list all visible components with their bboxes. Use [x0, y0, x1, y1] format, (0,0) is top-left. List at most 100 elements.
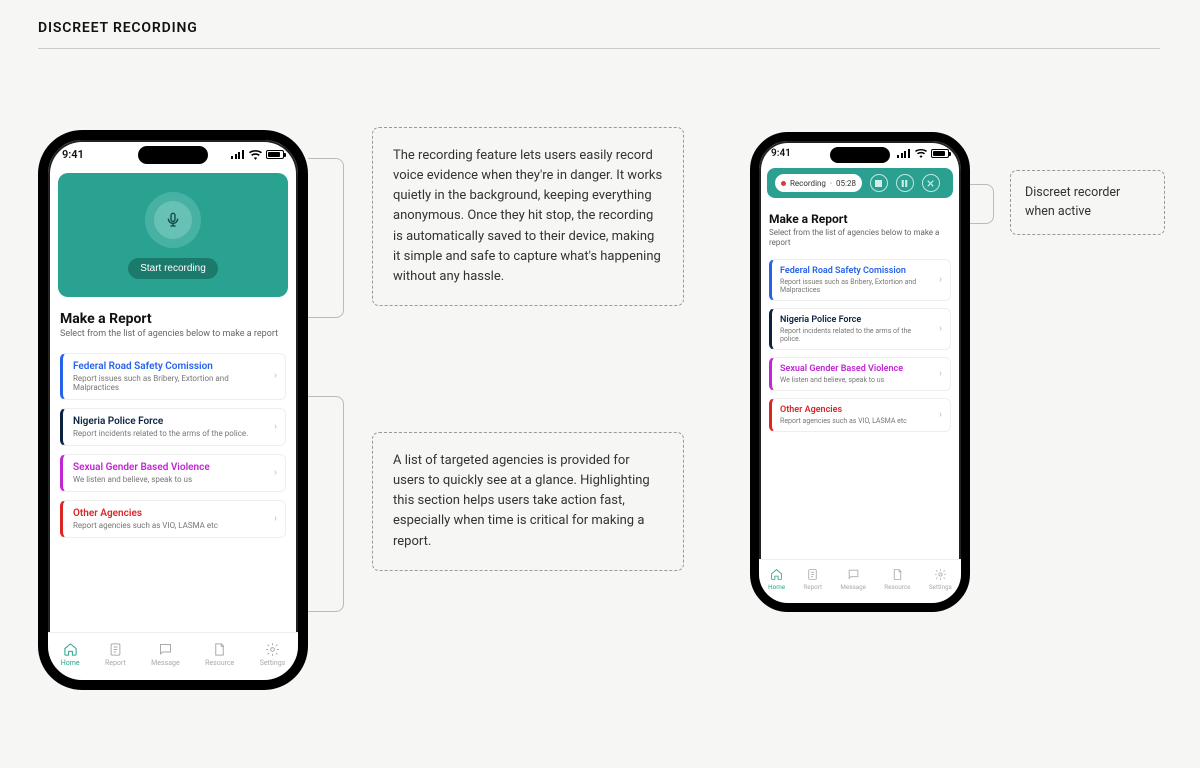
phone-mockup-idle: 9:41 Start recording Make a Report Selec… — [38, 130, 308, 690]
bottom-nav: Home Report Message Resource Settings — [759, 559, 961, 603]
nav-item-home[interactable]: Home — [61, 642, 80, 667]
recording-label: Recording — [790, 179, 826, 188]
nav-label: Resource — [884, 583, 910, 591]
close-icon — [927, 180, 934, 187]
agency-card[interactable]: Other Agencies Report agencies such as VI… — [60, 500, 286, 538]
callout-bracket — [308, 158, 344, 318]
dot-separator: · — [830, 179, 832, 188]
stop-icon — [875, 180, 882, 187]
nav-label: Resource — [205, 659, 234, 667]
agency-desc: Report agencies such as VIO, LASMA etc — [73, 521, 263, 530]
battery-icon — [266, 150, 284, 159]
agency-name: Other Agencies — [780, 405, 930, 415]
nav-label: Home — [768, 583, 785, 591]
nav-label: Home — [61, 659, 80, 667]
agency-desc: Report issues such as Bribery, Extortion… — [780, 278, 930, 294]
resource-icon — [891, 568, 904, 581]
report-subtitle: Select from the list of agencies below t… — [769, 228, 951, 249]
cancel-recording-button[interactable] — [922, 174, 940, 192]
chevron-right-icon: › — [939, 274, 942, 285]
nav-item-report[interactable]: Report — [803, 568, 822, 591]
agency-desc: We listen and believe, speak to us — [780, 376, 930, 384]
recording-card: Start recording — [58, 173, 288, 297]
agency-name: Federal Road Safety Comission — [780, 266, 930, 276]
nav-label: Message — [840, 583, 866, 591]
settings-icon — [265, 642, 280, 657]
agency-name: Federal Road Safety Comission — [73, 361, 263, 372]
nav-item-settings[interactable]: Settings — [929, 568, 952, 591]
callout-recording: The recording feature lets users easily … — [372, 127, 684, 306]
nav-item-home[interactable]: Home — [768, 568, 785, 591]
mic-button-ring[interactable] — [145, 192, 201, 248]
nav-label: Message — [151, 659, 180, 667]
battery-icon — [931, 149, 949, 158]
agency-name: Other Agencies — [73, 508, 263, 519]
callout-agencies: A list of targeted agencies is provided … — [372, 432, 684, 571]
agency-card[interactable]: Federal Road Safety Comission Report issu… — [60, 353, 286, 400]
home-icon — [63, 642, 78, 657]
pause-recording-button[interactable] — [896, 174, 914, 192]
phone-mockup-recording: 9:41 Recording · 05:28 Make a Report Sel… — [750, 132, 970, 612]
home-icon — [770, 568, 783, 581]
agency-desc: Report incidents related to the arms of … — [73, 429, 263, 438]
report-icon — [108, 642, 123, 657]
mic-button[interactable] — [154, 201, 192, 239]
callout-active-recorder: Discreet recorder when active — [1010, 170, 1165, 235]
nav-item-settings[interactable]: Settings — [260, 642, 286, 667]
agency-card[interactable]: Sexual Gender Based Violence We listen an… — [60, 454, 286, 492]
section-header: DISCREET RECORDING — [38, 20, 1160, 49]
report-subtitle: Select from the list of agencies below t… — [60, 329, 286, 341]
nav-label: Report — [105, 659, 126, 667]
nav-item-resource[interactable]: Resource — [884, 568, 910, 591]
agency-name: Sexual Gender Based Violence — [780, 364, 930, 374]
agency-desc: Report issues such as Bribery, Extortion… — [73, 374, 263, 392]
status-time: 9:41 — [62, 148, 84, 161]
report-title: Make a Report — [769, 212, 951, 226]
chevron-right-icon: › — [274, 467, 277, 478]
agency-desc: Report incidents related to the arms of … — [780, 327, 930, 343]
chevron-right-icon: › — [274, 513, 277, 524]
phone-notch — [138, 146, 208, 164]
agency-card[interactable]: Sexual Gender Based Violence We listen an… — [769, 357, 951, 391]
start-recording-button[interactable]: Start recording — [128, 258, 218, 279]
callout-text: The recording feature lets users easily … — [393, 148, 662, 284]
agency-name: Sexual Gender Based Violence — [73, 462, 263, 473]
status-icons — [231, 150, 284, 160]
microphone-icon — [165, 212, 181, 228]
agency-name: Nigeria Police Force — [73, 416, 263, 427]
agency-name: Nigeria Police Force — [780, 315, 930, 325]
agency-list: Federal Road Safety Comission Report issu… — [769, 259, 951, 432]
report-title: Make a Report — [60, 311, 286, 327]
wifi-icon — [915, 149, 927, 158]
pause-icon — [901, 180, 908, 187]
wifi-icon — [249, 150, 262, 160]
section-title: DISCREET RECORDING — [38, 20, 1160, 36]
chevron-right-icon: › — [939, 323, 942, 334]
status-time: 9:41 — [771, 148, 791, 159]
agency-desc: Report agencies such as VIO, LASMA etc — [780, 417, 930, 425]
message-icon — [847, 568, 860, 581]
agency-list: Federal Road Safety Comission Report issu… — [60, 353, 286, 538]
report-section: Make a Report Select from the list of ag… — [759, 208, 961, 443]
nav-label: Settings — [260, 659, 286, 667]
nav-item-message[interactable]: Message — [151, 642, 180, 667]
signal-icon — [897, 149, 911, 158]
chevron-right-icon: › — [939, 409, 942, 420]
callout-bracket — [970, 184, 994, 224]
signal-icon — [231, 150, 245, 159]
resource-icon — [212, 642, 227, 657]
callout-bracket — [308, 396, 344, 612]
agency-card[interactable]: Nigeria Police Force Report incidents rel… — [769, 308, 951, 350]
report-icon — [806, 568, 819, 581]
agency-card[interactable]: Nigeria Police Force Report incidents rel… — [60, 408, 286, 446]
nav-item-report[interactable]: Report — [105, 642, 126, 667]
stop-recording-button[interactable] — [870, 174, 888, 192]
report-section: Make a Report Select from the list of ag… — [48, 305, 298, 552]
nav-item-message[interactable]: Message — [840, 568, 866, 591]
agency-card[interactable]: Other Agencies Report agencies such as VI… — [769, 398, 951, 432]
nav-item-resource[interactable]: Resource — [205, 642, 234, 667]
agency-card[interactable]: Federal Road Safety Comission Report issu… — [769, 259, 951, 301]
nav-label: Report — [803, 583, 822, 591]
agency-desc: We listen and believe, speak to us — [73, 475, 263, 484]
recording-status-pill: Recording · 05:28 — [775, 174, 862, 192]
